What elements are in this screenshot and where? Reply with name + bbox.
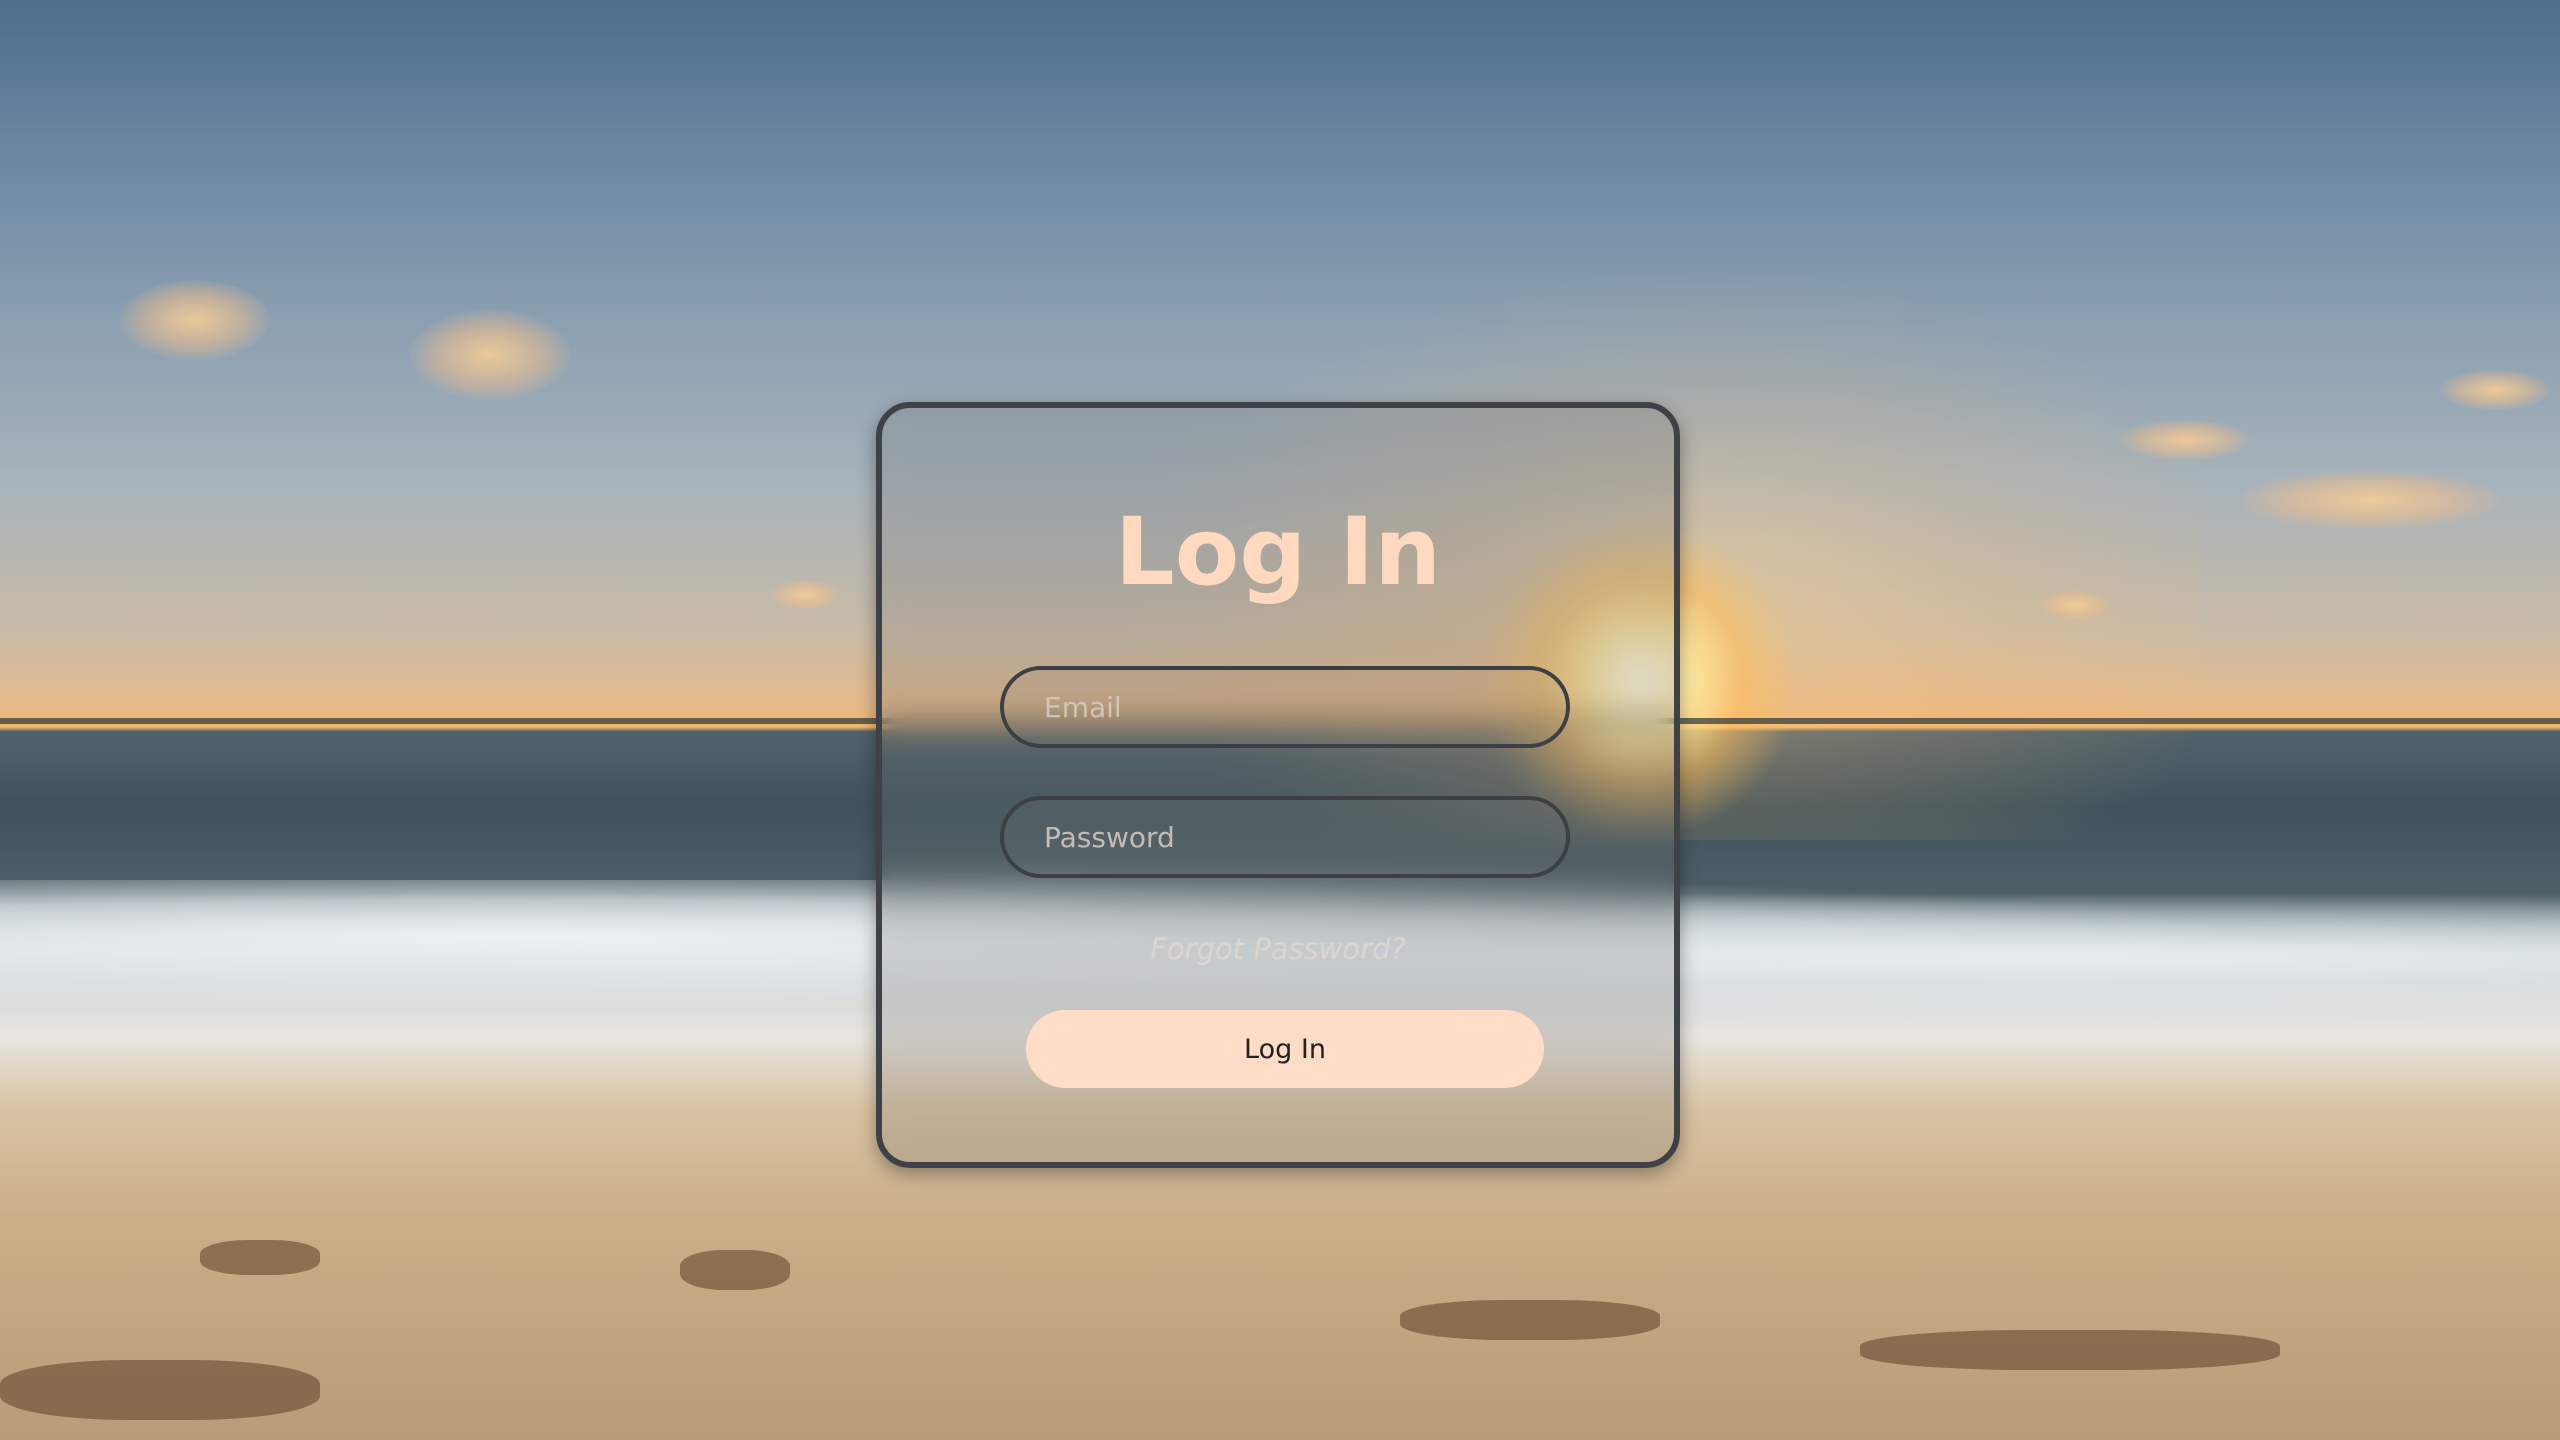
login-card: Log In Forgot Password? Log In	[876, 402, 1680, 1168]
seaweed	[0, 1360, 320, 1420]
beach-sunset-background: Log In Forgot Password? Log In	[0, 0, 2560, 1440]
cloud	[2040, 590, 2110, 620]
login-button[interactable]: Log In	[1026, 1010, 1544, 1088]
email-input[interactable]	[1000, 666, 1570, 748]
cloud	[2240, 470, 2500, 530]
cloud	[2440, 370, 2550, 410]
seaweed	[1860, 1330, 2280, 1370]
cloud	[2120, 420, 2250, 460]
cloud	[120, 280, 270, 360]
cloud	[770, 580, 840, 610]
seaweed	[1400, 1300, 1660, 1340]
password-input[interactable]	[1000, 796, 1570, 878]
page-title: Log In	[1114, 498, 1442, 607]
seaweed	[680, 1250, 790, 1290]
forgot-password-link[interactable]: Forgot Password?	[882, 932, 1674, 966]
cloud	[410, 310, 570, 400]
seaweed	[200, 1240, 320, 1275]
